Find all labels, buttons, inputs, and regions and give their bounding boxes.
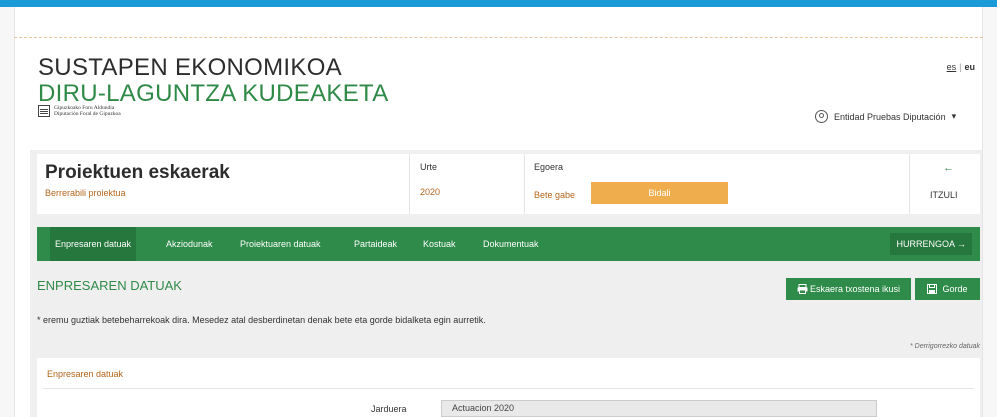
logo-text: Gipuzkoako Foru Aldundia Diputación Fora… [54,105,121,117]
floppy-disk-icon [927,284,938,294]
tab-documents[interactable]: Dokumentuak [478,227,544,261]
language-switcher: es | eu [947,62,975,72]
lang-eu-link[interactable]: eu [964,62,975,72]
save-label: Gorde [942,284,968,294]
tab-company-data[interactable]: Enpresaren datuak [50,227,137,261]
tab-bar: Enpresaren datuak Akziodunak Proiektuare… [37,227,980,261]
project-header-card: Proiektuen eskaerak Berrerabili proiektu… [37,154,980,214]
save-button[interactable]: Gorde [915,278,980,300]
print-icon [797,284,808,294]
status-value: Bete gabe [534,190,576,200]
year-label: Urte [420,162,438,172]
app-title: SUSTAPEN EKONOMIKOA [38,54,342,81]
activity-label: Jarduera [371,404,407,414]
required-fields-notice: * eremu guztiak betebeharrekoak dira. Me… [37,315,486,325]
logo-line-2: Diputación Foral de Gipuzkoa [54,111,121,117]
gipuzkoa-logo[interactable]: Gipuzkoako Foru Aldundia Diputación Fora… [38,105,121,117]
section-title: ENPRESAREN DATUAK [37,278,182,293]
required-data-note: * Derrigorrezko datuak [909,343,980,350]
browser-top-bar [0,0,997,7]
divider [524,154,525,214]
left-frame [0,7,15,417]
fieldset-divider [43,388,974,389]
tab-project-data[interactable]: Proiektuaren datuak [235,227,326,261]
status-label: Egoera [534,162,564,172]
company-data-fieldset: Enpresaren datuak Jarduera Actuacion 202… [37,358,980,417]
coat-of-arms-icon [38,105,50,117]
decorative-divider [14,37,983,40]
lang-es-link[interactable]: es [947,62,957,72]
app-subtitle: DIRU-LAGUNTZA KUDEAKETA [38,80,389,107]
year-value: 2020 [420,187,441,197]
user-menu[interactable]: Entidad Pruebas Diputación ▾ [815,110,956,123]
tab-shareholders[interactable]: Akziodunak [161,227,218,261]
chevron-down-icon: ▾ [951,111,957,121]
view-report-label: Eskaera txostena ikusi [809,284,901,294]
page-title: Proiektuen eskaerak [45,162,230,183]
lang-separator: | [959,62,962,72]
user-name: Entidad Pruebas Diputación [834,111,946,122]
tab-costs[interactable]: Kostuak [418,227,461,261]
right-frame [982,7,997,417]
divider [909,154,910,214]
view-report-button[interactable]: Eskaera txostena ikusi [786,278,911,300]
tab-participants[interactable]: Partaideak [349,227,402,261]
next-button[interactable]: HURRENGOA → [890,233,972,255]
send-button[interactable]: Bidali [591,182,728,204]
fieldset-legend: Enpresaren datuak [47,369,124,379]
reuse-project-link[interactable]: Berrerabili proiektua [45,188,126,198]
divider [409,154,410,214]
back-button[interactable]: ITZULI [930,190,958,200]
activity-field[interactable]: Actuacion 2020 [441,400,877,417]
back-arrow-icon[interactable]: ← [943,162,954,174]
user-icon [815,110,828,123]
